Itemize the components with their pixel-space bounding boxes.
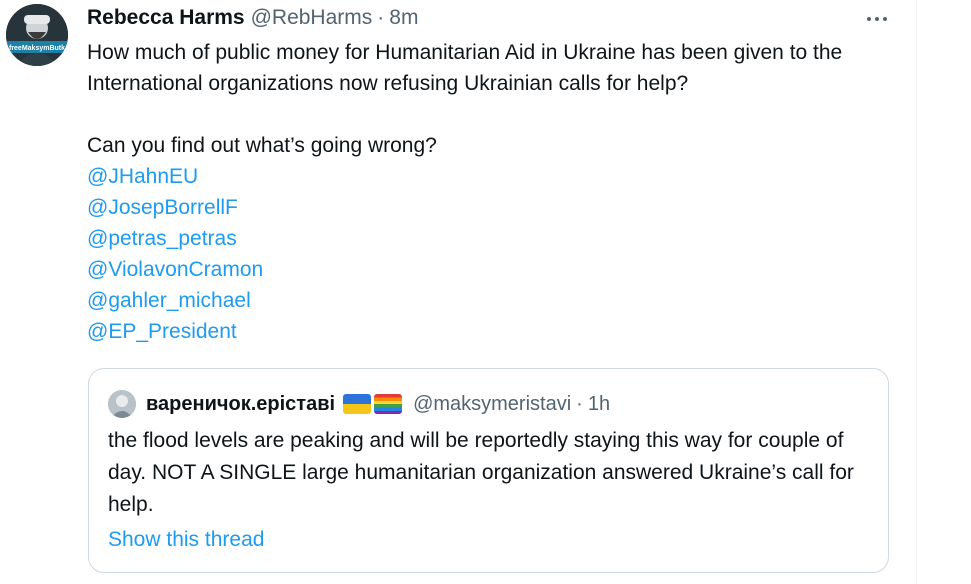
quoted-author-handle[interactable]: @maksymeristavi [413, 393, 571, 416]
tweet-timestamp[interactable]: 8m [389, 6, 418, 30]
rainbow-flag-emoji [374, 394, 403, 414]
avatar-lettering: freeMaksymButk [9, 45, 65, 52]
quoted-header-separator: · [576, 392, 583, 415]
quoted-tweet-text: the flood levels are peaking and will be… [108, 429, 854, 516]
quoted-author-avatar[interactable] [108, 390, 136, 418]
mention-link[interactable]: @JHahnEU [87, 161, 907, 192]
mention-link[interactable]: @gahler_michael [87, 285, 907, 316]
mention-link[interactable]: @JosepBorrellF [87, 192, 907, 223]
more-horizontal-icon[interactable] [860, 6, 894, 32]
tweet-header: Rebecca Harms @RebHarms · 8m [87, 6, 418, 30]
more-dot [883, 17, 887, 21]
quoted-tweet-header: вареничок.еріставі @maksymeristavi · 1h [108, 389, 610, 419]
quoted-tweet-card[interactable]: вареничок.еріставі @maksymeristavi · 1h … [88, 368, 889, 573]
show-thread-link[interactable]: Show this thread [108, 525, 264, 555]
tweet-text-paragraph-2: Can you find out what’s going wrong? [87, 134, 437, 157]
author-display-name[interactable]: Rebecca Harms [87, 6, 245, 30]
author-avatar[interactable]: freeMaksymButk [6, 4, 68, 66]
quoted-tweet-timestamp[interactable]: 1h [588, 393, 610, 416]
mention-link[interactable]: @ViolavonCramon [87, 254, 907, 285]
tweet-text: How much of public money for Humanitaria… [87, 37, 907, 347]
tweet-page: freeMaksymButk Rebecca Harms @RebHarms ·… [0, 0, 971, 584]
author-flags [343, 394, 405, 414]
mention-link[interactable]: @EP_President [87, 316, 907, 347]
quoted-author-display-name[interactable]: вареничок.еріставі [146, 393, 335, 416]
mention-link[interactable]: @petras_petras [87, 223, 907, 254]
ukraine-flag-emoji [343, 394, 372, 414]
more-dot [867, 17, 871, 21]
tweet-text-paragraph-1: How much of public money for Humanitaria… [87, 41, 843, 95]
quoted-avatar-image [108, 390, 136, 418]
right-gutter [917, 0, 971, 584]
author-handle[interactable]: @RebHarms [251, 6, 373, 30]
header-separator: · [377, 6, 385, 29]
avatar-image: freeMaksymButk [6, 4, 68, 66]
more-dot [875, 17, 879, 21]
